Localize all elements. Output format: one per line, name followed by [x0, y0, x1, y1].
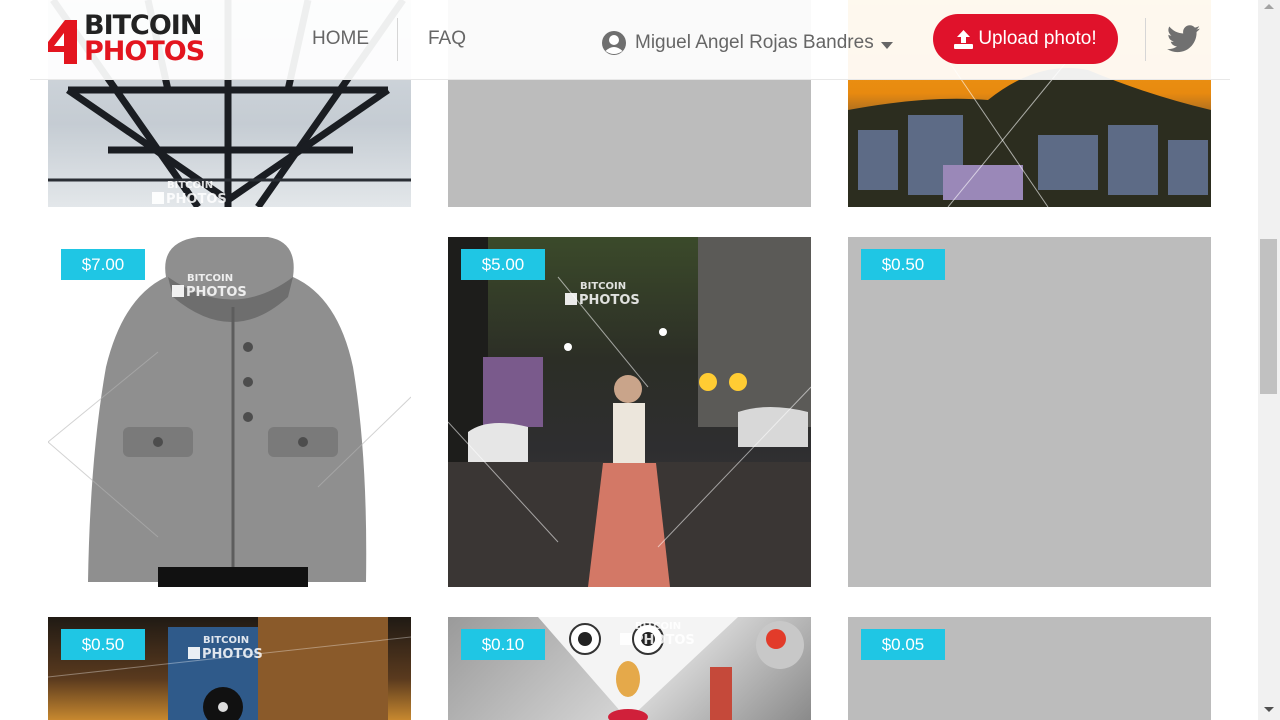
price-badge: $0.10 — [461, 629, 545, 660]
price-badge: $7.00 — [61, 249, 145, 280]
photo-card[interactable]: $0.50 — [848, 237, 1211, 587]
photo-card[interactable]: $7.00 BITCOIN PHOTOS — [48, 237, 411, 587]
upload-button-label: Upload photo! — [978, 28, 1097, 49]
logo-text-photos: PHOTOS — [84, 36, 205, 67]
scrollbar-thumb[interactable] — [1260, 239, 1277, 394]
photo-card[interactable]: $0.10 BITCOIN PHOTOS — [448, 617, 811, 720]
photo-card[interactable]: $0.05 — [848, 617, 1211, 720]
user-circle-icon — [602, 31, 626, 55]
upload-icon — [954, 29, 974, 49]
photo-card[interactable]: $5.00 BITCOIN PHOTOS — [448, 237, 811, 587]
scroll-down-arrow-icon[interactable] — [1264, 707, 1274, 712]
watermark: BITCOIN PHOTOS — [172, 273, 247, 299]
upload-photo-button[interactable]: Upload photo! — [933, 14, 1118, 64]
logo-four-mark — [48, 20, 77, 64]
nav-faq-link[interactable]: FAQ — [428, 28, 466, 50]
user-name: Miguel Angel Rojas Bandres — [635, 32, 874, 53]
nav-divider — [397, 18, 398, 61]
user-menu-dropdown[interactable]: Miguel Angel Rojas Bandres — [601, 29, 894, 57]
chevron-down-icon — [880, 42, 893, 49]
watermark: BITCOIN PHOTOS — [565, 281, 640, 307]
site-header: BITCOIN PHOTOS HOME FAQ Miguel Angel Roj… — [0, 0, 1258, 80]
twitter-icon[interactable] — [1167, 24, 1200, 54]
price-badge: $0.50 — [61, 629, 145, 660]
watermark: BITCOIN PHOTOS — [188, 635, 263, 661]
site-logo[interactable]: BITCOIN PHOTOS — [48, 11, 213, 67]
nav-home-link[interactable]: HOME — [312, 28, 369, 50]
photo-card[interactable]: $0.50 BITCOIN PHOTOS — [48, 617, 411, 720]
price-badge: $0.05 — [861, 629, 945, 660]
social-divider — [1145, 18, 1146, 61]
price-badge: $5.00 — [461, 249, 545, 280]
price-badge: $0.50 — [861, 249, 945, 280]
page-scrollbar[interactable] — [1258, 0, 1280, 720]
photo-placeholder — [848, 237, 1211, 587]
watermark: BITCOIN PHOTOS — [152, 180, 227, 206]
watermark: BITCOIN PHOTOS — [620, 621, 695, 647]
scroll-up-arrow-icon[interactable] — [1264, 4, 1274, 9]
